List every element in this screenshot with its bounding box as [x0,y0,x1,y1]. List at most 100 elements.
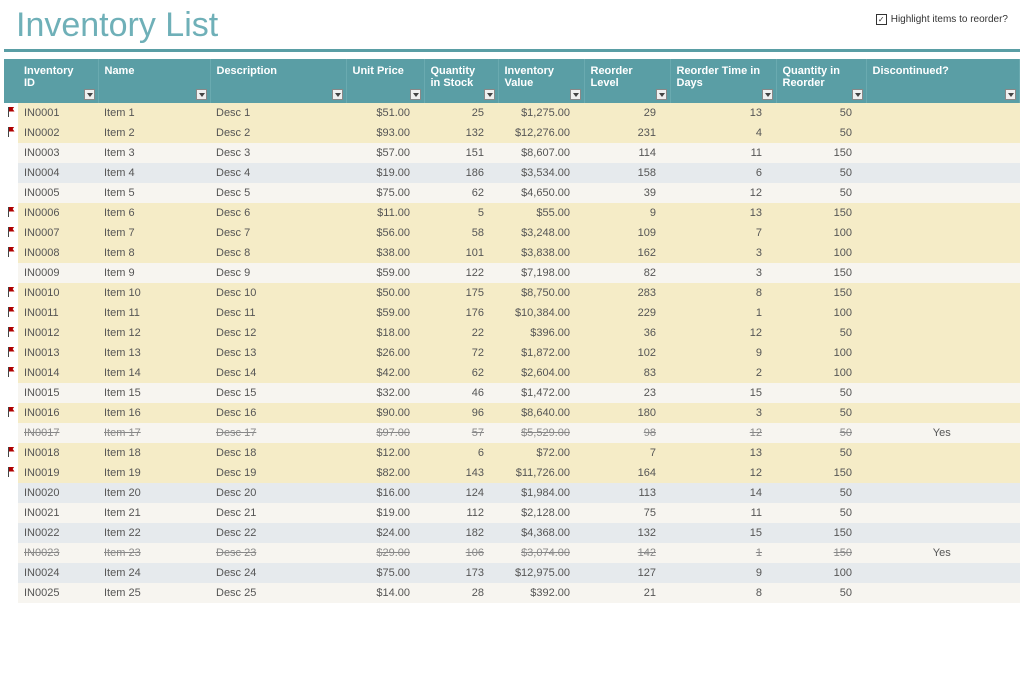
cell-name: Item 12 [98,323,210,343]
column-header-unit[interactable]: Unit Price [346,59,424,103]
table-row[interactable]: IN0012Item 12Desc 12$18.0022$396.0036125… [4,323,1020,343]
column-header-label: Quantity in Reorder [783,65,840,89]
table-row[interactable]: IN0008Item 8Desc 8$38.00101$3,838.001623… [4,243,1020,263]
cell-reord: 142 [584,543,670,563]
filter-dropdown-icon[interactable] [84,89,95,100]
reorder-flag-cell [4,423,18,443]
filter-dropdown-icon[interactable] [484,89,495,100]
cell-desc: Desc 20 [210,483,346,503]
flag-column-header [4,59,18,103]
cell-days: 11 [670,503,776,523]
table-row[interactable]: IN0009Item 9Desc 9$59.00122$7,198.008231… [4,263,1020,283]
table-row[interactable]: IN0002Item 2Desc 2$93.00132$12,276.00231… [4,123,1020,143]
cell-disc [866,363,1020,383]
table-row[interactable]: IN0018Item 18Desc 18$12.006$72.0071350 [4,443,1020,463]
cell-qty: 176 [424,303,498,323]
cell-disc [866,503,1020,523]
column-header-name[interactable]: Name [98,59,210,103]
cell-desc: Desc 23 [210,543,346,563]
reorder-flag-cell [4,223,18,243]
table-row[interactable]: IN0017Item 17Desc 17$97.0057$5,529.00981… [4,423,1020,443]
cell-days: 7 [670,223,776,243]
reorder-flag-cell [4,523,18,543]
table-row[interactable]: IN0013Item 13Desc 13$26.0072$1,872.00102… [4,343,1020,363]
cell-qty: 143 [424,463,498,483]
table-row[interactable]: IN0015Item 15Desc 15$32.0046$1,472.00231… [4,383,1020,403]
cell-reord: 39 [584,183,670,203]
table-row[interactable]: IN0001Item 1Desc 1$51.0025$1,275.0029135… [4,103,1020,123]
cell-desc: Desc 14 [210,363,346,383]
cell-reord: 127 [584,563,670,583]
filter-dropdown-icon[interactable] [762,89,773,100]
filter-dropdown-icon[interactable] [852,89,863,100]
table-row[interactable]: IN0024Item 24Desc 24$75.00173$12,975.001… [4,563,1020,583]
cell-reord: 98 [584,423,670,443]
cell-qty: 46 [424,383,498,403]
table-row[interactable]: IN0020Item 20Desc 20$16.00124$1,984.0011… [4,483,1020,503]
table-row[interactable]: IN0019Item 19Desc 19$82.00143$11,726.001… [4,463,1020,483]
cell-qtyr: 150 [776,543,866,563]
table-row[interactable]: IN0006Item 6Desc 6$11.005$55.00913150 [4,203,1020,223]
cell-desc: Desc 12 [210,323,346,343]
cell-desc: Desc 6 [210,203,346,223]
table-row[interactable]: IN0011Item 11Desc 11$59.00176$10,384.002… [4,303,1020,323]
filter-dropdown-icon[interactable] [570,89,581,100]
cell-unit: $75.00 [346,183,424,203]
cell-reord: 231 [584,123,670,143]
filter-dropdown-icon[interactable] [332,89,343,100]
cell-name: Item 18 [98,443,210,463]
cell-reord: 283 [584,283,670,303]
cell-days: 2 [670,363,776,383]
column-header-val[interactable]: Inventory Value [498,59,584,103]
table-row[interactable]: IN0010Item 10Desc 10$50.00175$8,750.0028… [4,283,1020,303]
filter-dropdown-icon[interactable] [656,89,667,100]
cell-qtyr: 100 [776,243,866,263]
checkbox-icon[interactable]: ✓ [876,14,887,25]
filter-dropdown-icon[interactable] [1005,89,1016,100]
filter-dropdown-icon[interactable] [410,89,421,100]
cell-name: Item 23 [98,543,210,563]
cell-qtyr: 150 [776,463,866,483]
cell-desc: Desc 15 [210,383,346,403]
table-row[interactable]: IN0023Item 23Desc 23$29.00106$3,074.0014… [4,543,1020,563]
cell-reord: 7 [584,443,670,463]
cell-id: IN0004 [18,163,98,183]
table-row[interactable]: IN0007Item 7Desc 7$56.0058$3,248.0010971… [4,223,1020,243]
table-row[interactable]: IN0022Item 22Desc 22$24.00182$4,368.0013… [4,523,1020,543]
cell-qty: 122 [424,263,498,283]
table-row[interactable]: IN0021Item 21Desc 21$19.00112$2,128.0075… [4,503,1020,523]
column-header-label: Reorder Time in Days [677,65,761,89]
cell-qtyr: 100 [776,223,866,243]
cell-disc [866,443,1020,463]
cell-disc [866,263,1020,283]
column-header-qty[interactable]: Quantity in Stock [424,59,498,103]
table-row[interactable]: IN0003Item 3Desc 3$57.00151$8,607.001141… [4,143,1020,163]
highlight-toggle[interactable]: ✓ Highlight items to reorder? [876,14,1008,25]
cell-unit: $42.00 [346,363,424,383]
filter-dropdown-icon[interactable] [196,89,207,100]
cell-name: Item 8 [98,243,210,263]
column-header-desc[interactable]: Description [210,59,346,103]
cell-val: $8,640.00 [498,403,584,423]
table-row[interactable]: IN0025Item 25Desc 25$14.0028$392.0021850 [4,583,1020,603]
table-row[interactable]: IN0005Item 5Desc 5$75.0062$4,650.0039125… [4,183,1020,203]
table-row[interactable]: IN0016Item 16Desc 16$90.0096$8,640.00180… [4,403,1020,423]
cell-qtyr: 50 [776,583,866,603]
cell-days: 9 [670,563,776,583]
cell-qtyr: 100 [776,303,866,323]
cell-desc: Desc 19 [210,463,346,483]
column-header-disc[interactable]: Discontinued? [866,59,1020,103]
column-header-days[interactable]: Reorder Time in Days [670,59,776,103]
cell-name: Item 21 [98,503,210,523]
column-header-reord[interactable]: Reorder Level [584,59,670,103]
cell-id: IN0006 [18,203,98,223]
table-row[interactable]: IN0014Item 14Desc 14$42.0062$2,604.00832… [4,363,1020,383]
column-header-id[interactable]: Inventory ID [18,59,98,103]
cell-reord: 162 [584,243,670,263]
column-header-label: Quantity in Stock [431,65,476,89]
cell-qty: 101 [424,243,498,263]
cell-name: Item 15 [98,383,210,403]
column-header-qtyr[interactable]: Quantity in Reorder [776,59,866,103]
table-row[interactable]: IN0004Item 4Desc 4$19.00186$3,534.001586… [4,163,1020,183]
cell-qtyr: 50 [776,483,866,503]
